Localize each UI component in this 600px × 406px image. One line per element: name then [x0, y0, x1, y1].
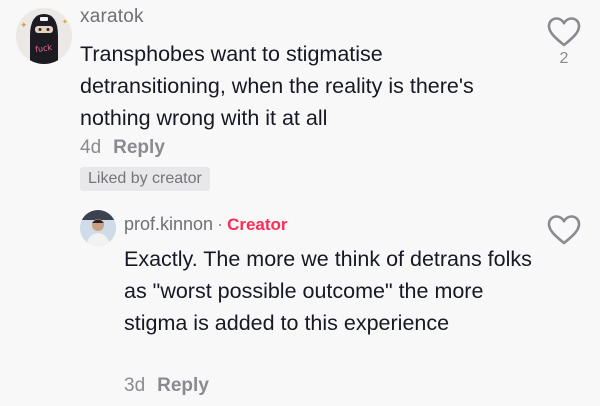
heart-outline-icon: [547, 215, 581, 245]
reply-age: 3d: [124, 375, 146, 396]
liked-by-creator-badge: Liked by creator: [80, 167, 210, 191]
svg-text:✦: ✦: [62, 18, 68, 26]
like-count: 2: [559, 50, 569, 67]
creator-badge: Creator: [227, 215, 288, 234]
reply-button[interactable]: Reply: [113, 137, 165, 158]
avatar[interactable]: ✦ ✦ fuck: [16, 8, 72, 64]
separator-dot: ·: [217, 214, 224, 234]
avatar-balaclava-image: ✦ ✦ fuck: [16, 8, 72, 64]
reply-meta: 3d Reply: [124, 375, 209, 397]
reply-username[interactable]: prof.kinnon: [124, 214, 213, 234]
comment-username[interactable]: xaratok: [80, 6, 144, 28]
reply-header: prof.kinnon · Creator: [124, 214, 288, 235]
comment-meta: 4d Reply: [80, 137, 165, 159]
heart-outline-icon: [547, 17, 581, 47]
reply-avatar[interactable]: [80, 210, 116, 246]
svg-text:✦: ✦: [20, 21, 28, 31]
avatar-person-photo: [80, 210, 116, 246]
reply-reply-button[interactable]: Reply: [157, 375, 209, 396]
reply-text: Exactly. The more we think of detrans fo…: [124, 247, 532, 335]
comment-text: Transphobes want to stigmatise detransit…: [80, 42, 474, 130]
like-button[interactable]: [546, 16, 582, 48]
reply-like-button[interactable]: [546, 214, 582, 246]
comment-age: 4d: [80, 137, 102, 158]
